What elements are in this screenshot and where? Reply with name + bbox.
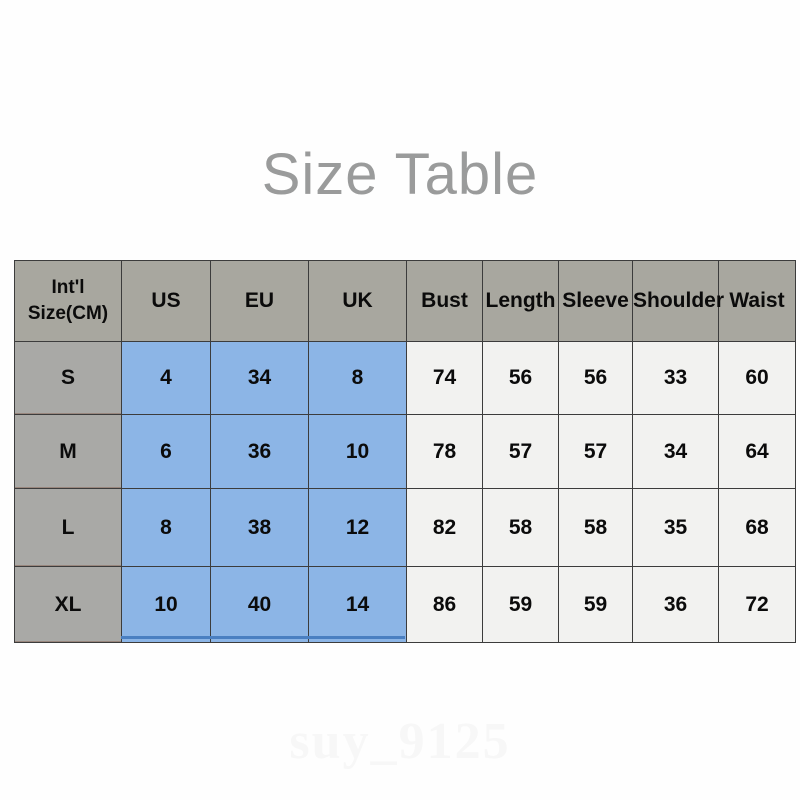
cell-uk: 10: [308, 414, 407, 489]
column-header-intl-line2: Size(CM): [27, 303, 109, 324]
cell-bust: 74: [406, 341, 483, 415]
column-header-length: Length: [482, 260, 559, 342]
table-header-row: Int'l Size(CM) US EU UK Bust Length Slee…: [14, 260, 796, 342]
cell-sleeve: 57: [558, 414, 633, 489]
cell-shoulder: 34: [632, 414, 719, 489]
watermark-text: suy_9125: [289, 713, 511, 770]
size-table-page: Size Table Int'l Size(CM) US EU UK Bust …: [0, 0, 800, 800]
cell-uk: 8: [308, 341, 407, 415]
cell-shoulder: 35: [632, 488, 719, 567]
blue-bottom-accent: [121, 636, 405, 639]
page-title: Size Table: [261, 142, 539, 207]
cell-us: 8: [121, 488, 211, 567]
cell-shoulder: 36: [632, 566, 719, 643]
column-header-us: US: [121, 260, 211, 342]
table-header: Int'l Size(CM) US EU UK Bust Length Slee…: [14, 260, 796, 342]
cell-eu: 34: [210, 341, 309, 415]
cell-length: 58: [482, 488, 559, 567]
cell-waist: 60: [718, 341, 796, 415]
cell-size: L: [14, 488, 122, 567]
column-header-bust: Bust: [406, 260, 483, 342]
column-header-intl-size: Int'l Size(CM): [14, 260, 122, 342]
cell-size: XL: [14, 566, 122, 643]
column-header-eu: EU: [210, 260, 309, 342]
cell-uk: 14: [308, 566, 407, 643]
column-header-shoulder: Shoulder: [632, 260, 724, 342]
cell-sleeve: 56: [558, 341, 633, 415]
cell-eu: 36: [210, 414, 309, 489]
table-row: S 4 34 8 74 56 56 33 60: [14, 341, 796, 415]
cell-length: 59: [482, 566, 559, 643]
cell-size: M: [14, 414, 122, 489]
table-body: S 4 34 8 74 56 56 33 60 M 6 36 10 78 57: [14, 341, 796, 643]
cell-length: 57: [482, 414, 559, 489]
size-table: Int'l Size(CM) US EU UK Bust Length Slee…: [14, 260, 796, 643]
cell-waist: 64: [718, 414, 796, 489]
cell-eu: 40: [210, 566, 309, 643]
cell-bust: 86: [406, 566, 483, 643]
column-header-intl-line1: Int'l: [51, 277, 85, 298]
size-table-container: Int'l Size(CM) US EU UK Bust Length Slee…: [14, 260, 796, 643]
cell-eu: 38: [210, 488, 309, 567]
cell-size: S: [14, 341, 122, 415]
cell-sleeve: 58: [558, 488, 633, 567]
column-header-sleeve: Sleeve: [558, 260, 633, 342]
column-header-uk: UK: [308, 260, 407, 342]
cell-uk: 12: [308, 488, 407, 567]
cell-shoulder: 33: [632, 341, 719, 415]
cell-us: 4: [121, 341, 211, 415]
cell-us: 10: [121, 566, 211, 643]
cell-sleeve: 59: [558, 566, 633, 643]
cell-waist: 72: [718, 566, 796, 643]
cell-bust: 78: [406, 414, 483, 489]
cell-bust: 82: [406, 488, 483, 567]
cell-waist: 68: [718, 488, 796, 567]
column-header-waist: Waist: [718, 260, 796, 342]
cell-length: 56: [482, 341, 559, 415]
cell-us: 6: [121, 414, 211, 489]
table-row: XL 10 40 14 86 59 59 36 72: [14, 566, 796, 643]
table-row: M 6 36 10 78 57 57 34 64: [14, 414, 796, 489]
table-row: L 8 38 12 82 58 58 35 68: [14, 488, 796, 567]
